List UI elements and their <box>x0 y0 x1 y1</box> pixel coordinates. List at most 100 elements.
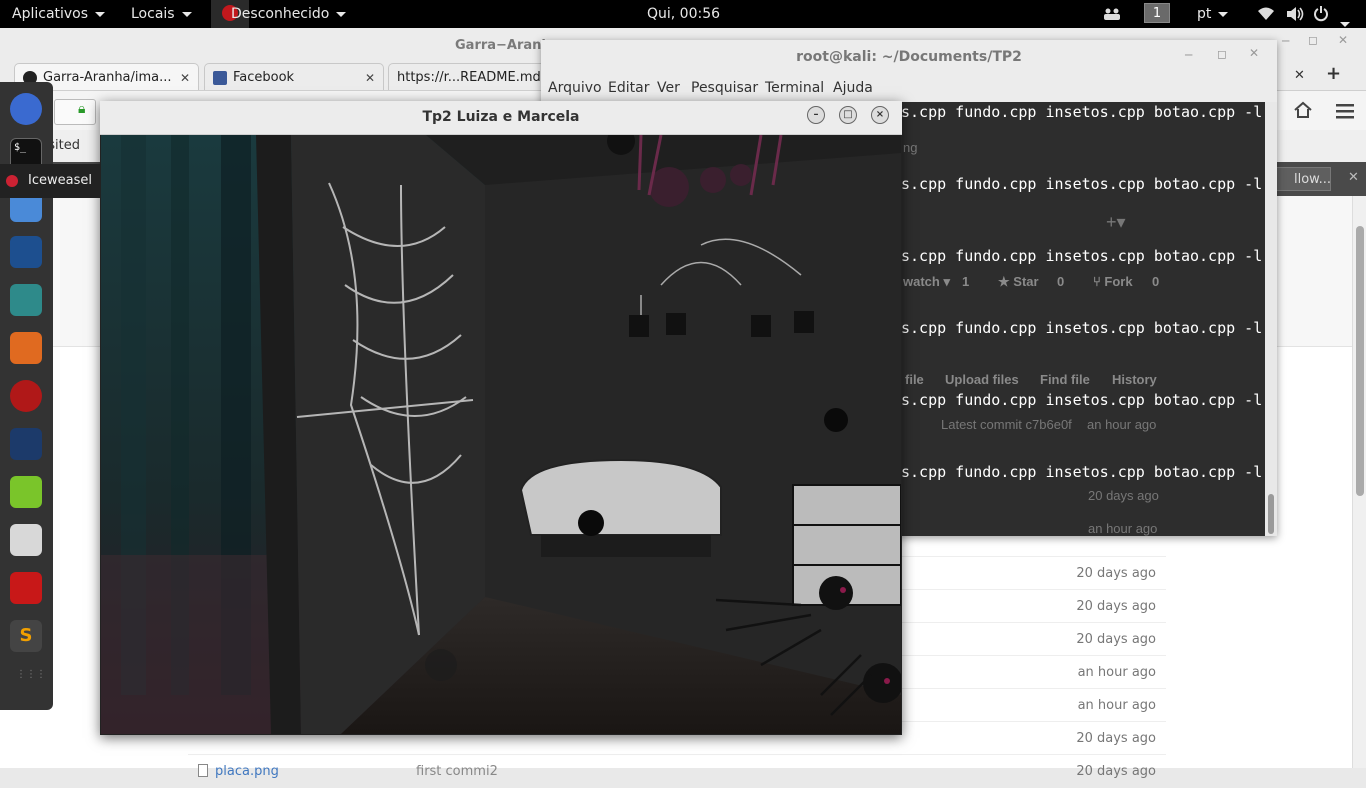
row-age: 20 days ago <box>1076 764 1156 779</box>
gnome-top-bar: Aplicativos Locais Desconhecido Qui, 00:… <box>0 0 1366 28</box>
gl-window-title: Tp2 Luiza e Marcela <box>100 101 902 135</box>
burpsuite-icon[interactable] <box>10 332 42 364</box>
maximize-icon[interactable]: ◻ <box>1308 33 1318 47</box>
close-icon[interactable]: × <box>871 106 889 124</box>
maltego-icon[interactable] <box>10 428 42 460</box>
menu-icon[interactable] <box>1336 103 1354 123</box>
file-icon <box>198 764 208 777</box>
watch-label: watch <box>903 274 940 289</box>
row-age: 20 days ago <box>1076 566 1156 581</box>
iceweasel-icon <box>6 174 18 187</box>
tab-label: Facebook <box>233 70 295 85</box>
home-icon[interactable] <box>1294 101 1312 123</box>
menu-editar[interactable]: Editar <box>608 80 649 96</box>
row-age: 20 days ago <box>1076 599 1156 614</box>
leafpad-icon[interactable] <box>10 476 42 508</box>
app-grid-icon[interactable]: ⋮⋮⋮ <box>16 670 46 692</box>
opengl-window: Tp2 Luiza e Marcela – □ × <box>100 101 903 735</box>
armitage-icon[interactable] <box>10 284 42 316</box>
ghost-find-file-button: Find file <box>1040 372 1090 387</box>
tab-label: https://r...README.md <box>397 70 541 85</box>
terminal-scrollbar[interactable] <box>1265 102 1277 536</box>
chevron-down-icon <box>1340 21 1351 27</box>
terminal-menubar: Arquivo Editar Ver Pesquisar Terminal Aj… <box>541 74 1277 103</box>
tab-readme[interactable]: https://r...README.md <box>388 63 548 91</box>
volume-icon[interactable] <box>1285 0 1305 28</box>
ghost-row-age: an hour ago <box>1088 521 1158 536</box>
add-icon: +▾ <box>1106 212 1126 232</box>
power-menu[interactable] <box>1313 0 1351 28</box>
minimize-icon[interactable]: ─ <box>1282 34 1289 48</box>
terminal-line: s.cpp fundo.cpp insetos.cpp botao.cpp -l <box>901 103 1263 121</box>
accessibility-icon[interactable] <box>1102 0 1122 28</box>
scrollbar-thumb[interactable] <box>1268 494 1274 534</box>
metasploit-icon[interactable] <box>10 236 42 268</box>
watch-button: watch ▾ <box>903 274 950 289</box>
close-icon[interactable]: ✕ <box>1338 33 1348 47</box>
watch-count: 1 <box>962 274 970 289</box>
power-icon <box>1313 6 1333 32</box>
ghost-upload-files-button: Upload files <box>945 372 1019 387</box>
fork-label: Fork <box>1104 274 1133 289</box>
row-age: 20 days ago <box>1076 632 1156 647</box>
back-button[interactable] <box>54 99 96 125</box>
close-icon[interactable]: ✕ <box>180 64 190 91</box>
close-icon[interactable]: ✕ <box>1348 170 1359 185</box>
row-age: an hour ago <box>1077 698 1156 713</box>
maximize-icon[interactable]: □ <box>839 106 857 124</box>
terminal-line: s.cpp fundo.cpp insetos.cpp botao.cpp -l <box>901 391 1263 409</box>
chevron-down-icon <box>181 11 192 17</box>
file-name[interactable]: placa.png <box>215 764 279 779</box>
terminal-line: s.cpp fundo.cpp insetos.cpp botao.cpp -l <box>901 247 1263 265</box>
menu-pesquisar[interactable]: Pesquisar <box>691 80 758 96</box>
star-button: ★ Star <box>998 274 1039 289</box>
page-scrollbar[interactable] <box>1352 196 1366 768</box>
close-icon[interactable]: ✕ <box>1249 46 1259 60</box>
places-menu[interactable]: Locais <box>131 0 192 28</box>
row-age: an hour ago <box>1077 665 1156 680</box>
menu-ver[interactable]: Ver <box>657 80 680 96</box>
menu-arquivo[interactable]: Arquivo <box>548 80 602 96</box>
keyboard-layout-menu[interactable]: pt <box>1197 0 1229 28</box>
terminal-title: root@kali: ~/Documents/TP2 <box>541 40 1277 74</box>
faraday-icon[interactable] <box>10 380 42 412</box>
minimize-icon[interactable]: – <box>807 106 825 124</box>
3d-scene-canvas[interactable] <box>101 127 903 734</box>
dock-tooltip-label: Iceweasel <box>28 173 92 188</box>
minimize-icon[interactable]: ─ <box>1185 48 1192 62</box>
iceweasel-icon[interactable] <box>10 93 42 125</box>
tab-facebook[interactable]: Facebook ✕ <box>204 63 384 91</box>
maximize-icon[interactable]: ◻ <box>1217 47 1227 61</box>
star-count: 0 <box>1057 274 1065 289</box>
latest-commit-time: an hour ago <box>1087 417 1157 432</box>
fork-count: 0 <box>1152 274 1160 289</box>
sublime-icon[interactable]: S <box>10 620 42 652</box>
applications-menu[interactable]: Aplicativos <box>12 0 106 28</box>
active-app-label: Desconhecido <box>231 6 330 22</box>
dock-tooltip: Iceweasel <box>0 164 100 198</box>
gui-tool-icon[interactable] <box>10 524 42 556</box>
menu-terminal[interactable]: Terminal <box>765 80 824 96</box>
close-icon[interactable]: ✕ <box>1294 68 1305 83</box>
chevron-down-icon <box>95 11 106 17</box>
tab-label: Garra-Aranha/ima... <box>43 70 172 85</box>
terminal-line: s.cpp fundo.cpp insetos.cpp botao.cpp -l <box>901 463 1263 481</box>
keyboard-layout-label: pt <box>1197 6 1212 22</box>
star-label: Star <box>1013 274 1039 289</box>
wifi-icon[interactable] <box>1257 0 1275 28</box>
latest-commit: Latest commit c7b6e0f <box>941 417 1072 432</box>
table-row[interactable]: placa.png first commi2 20 days ago <box>188 754 1166 788</box>
clock[interactable]: Qui, 00:56 <box>647 0 720 28</box>
workspace-indicator[interactable]: 1 <box>1144 3 1170 23</box>
recordmydesktop-icon[interactable] <box>10 572 42 604</box>
new-tab-button[interactable]: + <box>1326 63 1341 84</box>
scrollbar-thumb[interactable] <box>1356 226 1364 496</box>
terminal-line: s.cpp fundo.cpp insetos.cpp botao.cpp -l <box>901 319 1263 337</box>
close-icon[interactable]: ✕ <box>365 64 375 91</box>
commit-message[interactable]: first commi2 <box>416 764 498 779</box>
terminal-line: s.cpp fundo.cpp insetos.cpp botao.cpp -l <box>901 175 1263 193</box>
applications-menu-label: Aplicativos <box>12 6 89 22</box>
menu-ajuda[interactable]: Ajuda <box>833 80 873 96</box>
places-menu-label: Locais <box>131 6 175 22</box>
active-app-menu[interactable]: Desconhecido <box>231 0 347 28</box>
